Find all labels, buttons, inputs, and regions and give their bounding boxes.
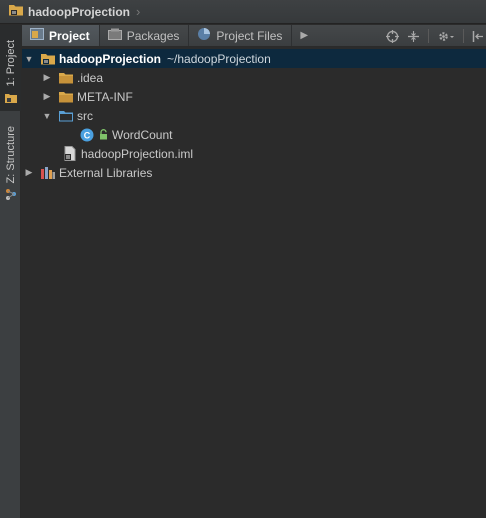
root-label: hadoopProjection <box>59 51 161 66</box>
panel-tab-bar: Project Packages Project Files ▶ <box>22 25 486 47</box>
expanded-arrow-icon[interactable]: ▼ <box>41 111 53 121</box>
idea-label: .idea <box>77 70 104 85</box>
iml-label: hadoopProjection.iml <box>81 146 194 161</box>
source-folder-icon <box>58 109 74 123</box>
tab-project[interactable]: Project <box>22 25 100 46</box>
meta-inf-label: META-INF <box>77 89 133 104</box>
structure-tool-button[interactable]: Z: Structure <box>0 117 21 205</box>
breadcrumb-separator-icon: › <box>136 4 141 19</box>
project-tool-button[interactable]: 1: Project <box>0 25 21 111</box>
breadcrumb-project-label: hadoopProjection <box>28 4 130 19</box>
folder-icon <box>58 71 74 85</box>
tab-packages[interactable]: Packages <box>100 25 190 46</box>
gear-icon[interactable] <box>437 30 455 43</box>
navigation-bar: hadoopProjection › <box>0 0 486 24</box>
project-files-icon <box>197 27 211 44</box>
src-label: src <box>77 108 93 123</box>
folder-icon <box>58 90 74 104</box>
project-icon <box>30 28 44 43</box>
tree-node-meta-inf[interactable]: ▶ META-INF <box>22 87 486 106</box>
tab-project-files[interactable]: Project Files <box>189 25 293 46</box>
collapsed-arrow-icon[interactable]: ▶ <box>23 167 35 178</box>
left-tool-stripe: 1: Project Z: Structure <box>0 25 21 518</box>
target-icon[interactable] <box>386 29 399 43</box>
structure-tool-icon <box>5 188 17 203</box>
svg-text:C: C <box>84 130 91 140</box>
breadcrumb[interactable]: hadoopProjection › <box>8 2 144 22</box>
packages-icon <box>107 28 122 43</box>
toolbar-separator <box>463 29 464 43</box>
tab-project-files-label: Project Files <box>216 28 283 43</box>
tree-node-wordcount[interactable]: C WordCount <box>22 125 486 144</box>
project-panel: Project Packages Project Files ▶ ▼ hadoo… <box>22 25 486 518</box>
hide-panel-icon[interactable] <box>472 30 484 43</box>
panel-toolbar <box>386 25 484 47</box>
tree-node-external-libraries[interactable]: ▶ External Libraries <box>22 163 486 182</box>
tab-packages-label: Packages <box>126 28 180 43</box>
root-path-label: ~/hadoopProjection <box>167 51 271 66</box>
collapsed-arrow-icon[interactable]: ▶ <box>41 72 53 83</box>
tree-node-root[interactable]: ▼ hadoopProjection ~/hadoopProjection <box>22 49 486 68</box>
class-icon: C <box>79 128 95 142</box>
wordcount-label: WordCount <box>112 127 173 142</box>
collapse-all-icon[interactable] <box>407 30 420 43</box>
tabs-overflow-icon[interactable]: ▶ <box>292 25 316 46</box>
tree-node-src[interactable]: ▼ src <box>22 106 486 125</box>
lock-icon <box>99 129 108 140</box>
expanded-arrow-icon[interactable]: ▼ <box>23 54 35 64</box>
tab-project-label: Project <box>49 28 90 43</box>
project-tool-label: 1: Project <box>4 39 17 86</box>
libraries-icon <box>40 166 56 180</box>
project-tree: ▼ hadoopProjection ~/hadoopProjection ▶ … <box>22 47 486 182</box>
toolbar-separator <box>428 29 429 43</box>
module-file-icon <box>62 146 78 161</box>
tree-node-idea[interactable]: ▶ .idea <box>22 68 486 87</box>
module-folder-icon <box>8 3 24 20</box>
collapsed-arrow-icon[interactable]: ▶ <box>41 91 53 102</box>
project-tool-icon <box>4 92 17 107</box>
tree-node-iml[interactable]: hadoopProjection.iml <box>22 144 486 163</box>
module-folder-icon <box>40 52 56 66</box>
external-libraries-label: External Libraries <box>59 165 153 180</box>
structure-tool-label: Z: Structure <box>4 125 17 183</box>
